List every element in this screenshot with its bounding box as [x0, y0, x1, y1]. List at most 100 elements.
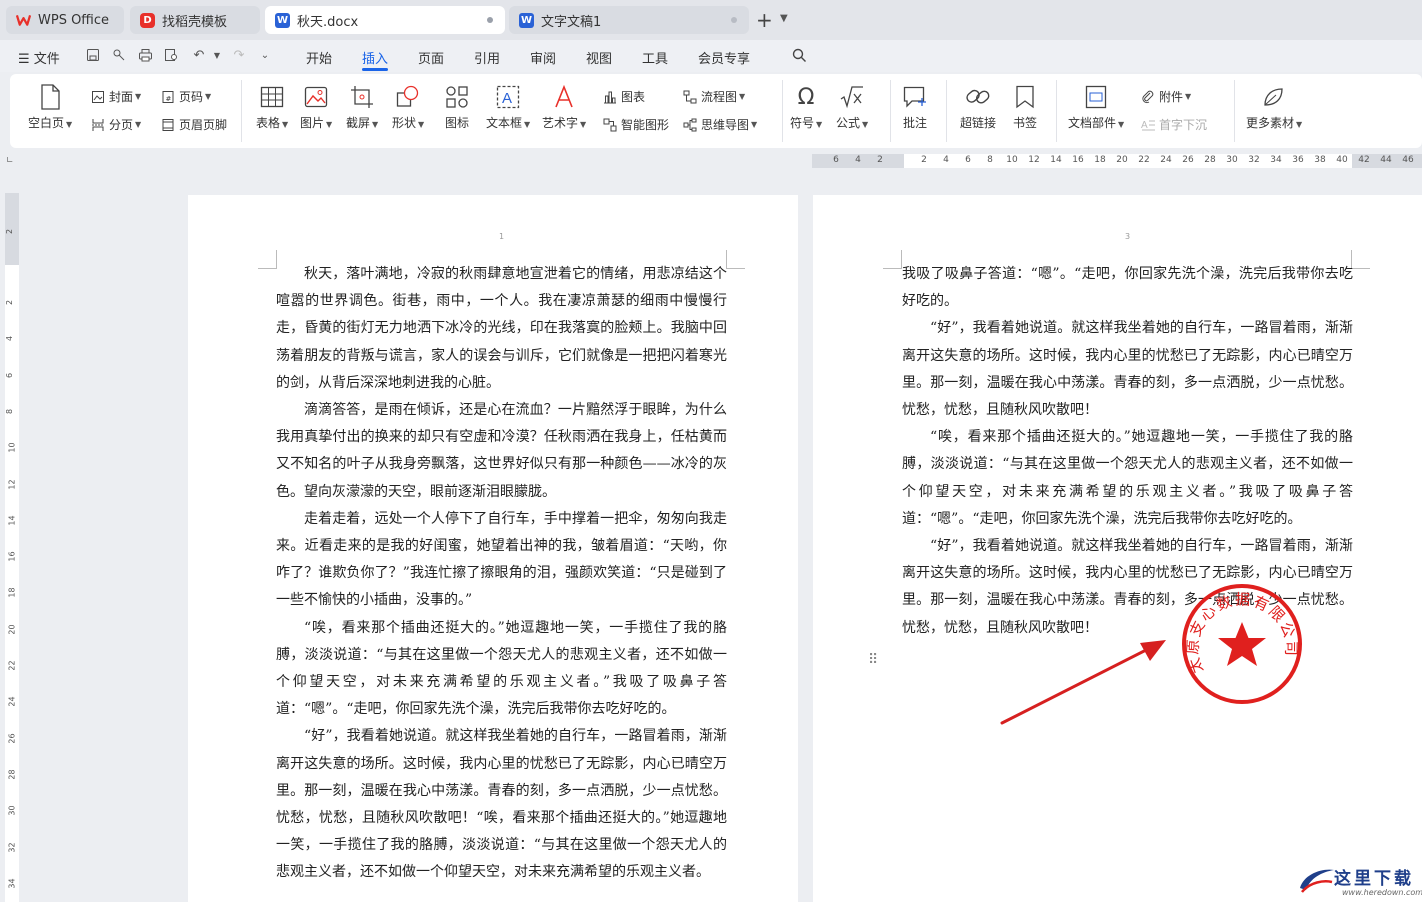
chart-label: 图表 [621, 90, 646, 104]
redo-icon[interactable]: ↷ [230, 46, 248, 64]
word-doc-icon: W [275, 12, 290, 28]
table-button[interactable]: 表格 ▼ [256, 84, 288, 131]
header-footer-label: 页眉页脚 [179, 118, 228, 132]
wordart-button[interactable]: 艺术字 ▼ [542, 84, 586, 131]
save-icon[interactable] [84, 46, 102, 64]
file-menu[interactable]: ☰ 文件 [18, 48, 60, 67]
ruler-tick-label: 6 [833, 155, 839, 165]
drop-cap-button[interactable]: A 首字下沉 [1140, 116, 1207, 133]
smart-graphic-label: 智能图形 [621, 118, 670, 132]
header-footer-button[interactable]: 页眉页脚 [160, 116, 227, 133]
horizontal-ruler[interactable]: 6 4 2 2 4 6 8 10 12 14 16 18 20 22 24 26 28 30 32 34 36 38 40 4… [812, 154, 1422, 168]
vertical-ruler[interactable]: 2 2 4 6 8 10 12 14 16 18 20 22 24 26 28 30 32 34 [5, 193, 19, 902]
blank-page-button[interactable]: 空白页 ▼ [28, 84, 72, 131]
menu-page[interactable]: 页面 [418, 48, 444, 67]
document-page-1[interactable]: 1 秋天，落叶满地，冷寂的秋雨肆意地宣泄着它的情绪，用悲凉结这个喧嚣的世界调色。… [188, 195, 798, 902]
flowchart-label: 流程图 [701, 90, 738, 104]
text-line: 从背后深深地刺进我的心脏。 [318, 374, 500, 391]
tab-label: 找稻壳模板 [162, 14, 228, 30]
margin-corner-mark [1351, 250, 1370, 269]
print-icon[interactable] [136, 46, 154, 64]
text-line: “好”，我看着她说道。就这样我坐着她的自行车，一路冒着雨，渐 [930, 538, 1339, 555]
ruler-tick-label: 26 [1182, 155, 1194, 165]
bookmark-button[interactable]: 书签 [1012, 84, 1038, 131]
ruler-tick-label: 4 [5, 336, 15, 342]
textbox-button[interactable]: A 文本框 ▼ [486, 84, 530, 131]
shape-button[interactable]: 形状 ▼ [392, 84, 424, 131]
print-preview-icon[interactable] [162, 46, 180, 64]
cover-button[interactable]: 封面 ▼ [90, 88, 141, 105]
active-menu-underline [362, 68, 388, 71]
comment-button[interactable]: 批注 [902, 84, 928, 131]
chart-button[interactable]: 图表 [602, 88, 645, 105]
menu-member[interactable]: 会员专享 [698, 48, 750, 67]
ruler-tick-label: 46 [1402, 155, 1414, 165]
tab-wps-office[interactable]: WPS Office [6, 6, 124, 34]
more-materials-label: 更多素材 [1246, 116, 1295, 130]
quick-tool-icon[interactable] [110, 46, 128, 64]
ruler-tick-label: 34 [1270, 155, 1282, 165]
ruler-tick-label: 10 [1006, 155, 1018, 165]
picture-button[interactable]: 图片 ▼ [300, 84, 332, 131]
attachment-button[interactable]: 附件 ▼ [1140, 88, 1191, 105]
hyperlink-button[interactable]: 超链接 [960, 84, 996, 131]
more-quick-access-chevron-icon[interactable]: ⌄ [256, 46, 274, 64]
page-number-button[interactable]: # 页码 ▼ [160, 88, 211, 105]
smart-graphic-button[interactable]: 智能图形 [602, 116, 669, 133]
menu-home[interactable]: 开始 [306, 48, 332, 67]
ruler-tick-label: 28 [1204, 155, 1216, 165]
text-line: 秋天，落叶满地，冷寂的秋雨肆意地宣泄着它的情绪，用悲凉结这个 [304, 266, 727, 282]
red-arrow [1000, 640, 1166, 725]
formula-button[interactable]: 公式 ▼ [836, 84, 868, 131]
menu-review[interactable]: 审阅 [530, 48, 556, 67]
docer-icon: D [140, 12, 155, 28]
ruler-tick-label: 8 [987, 155, 993, 165]
ruler-tick-label: 38 [1314, 155, 1326, 165]
text-line: 滴滴答答，是雨在倾诉，还是心在流血？一片黯然浮于眼眸，为什么 [304, 402, 727, 419]
ruler-tick-label: 20 [1116, 155, 1128, 165]
mindmap-button[interactable]: 思维导图 ▼ [682, 116, 757, 133]
undo-icon[interactable]: ↶ [190, 46, 208, 64]
menu-view[interactable]: 视图 [586, 48, 612, 67]
menu-references[interactable]: 引用 [474, 48, 500, 67]
text-line: 膊，淡淡说道：“与其在这里做一个怨天尤人的悲观主义者，还不如做一 [276, 646, 727, 663]
more-materials-button[interactable]: 更多素材 ▼ [1246, 84, 1302, 131]
company-seal-stamp[interactable]: 太原支心数据有限公司 [1180, 582, 1304, 706]
tab-docer-template[interactable]: D 找稻壳模板 [130, 6, 260, 34]
symbol-button[interactable]: Ω 符号 ▼ [790, 84, 822, 131]
new-tab-plus-icon[interactable]: + [756, 9, 773, 31]
comment-label: 批注 [902, 116, 927, 130]
menu-tools[interactable]: 工具 [642, 48, 668, 67]
screenshot-icon [349, 84, 375, 110]
page-1-body-text[interactable]: 秋天，落叶满地，冷寂的秋雨肆意地宣泄着它的情绪，用悲凉结这个喧嚣的世界调色。街巷… [276, 261, 727, 887]
paragraph: 秋天，落叶满地，冷寂的秋雨肆意地宣泄着它的情绪，用悲凉结这个喧嚣的世界调色。街巷… [276, 261, 727, 397]
icon-button[interactable]: 图标 [444, 84, 470, 131]
page-number-label: 页码 [179, 90, 204, 104]
tab-stop-selector-icon[interactable]: ∟ [6, 156, 14, 166]
ruler-tick-label: 10 [7, 442, 17, 453]
wordart-label: 艺术字 [542, 116, 579, 130]
ruler-tick-label: 2 [5, 228, 15, 235]
ruler-tick-label: 34 [7, 878, 17, 889]
flowchart-button[interactable]: 流程图 ▼ [682, 88, 745, 105]
document-page-3[interactable]: 3 我吸了吸鼻子答道：“嗯”。“走吧，你回家先洗个澡，洗完后我带你去吃好吃的。 “… [813, 195, 1422, 902]
tab-autumn-docx[interactable]: W 秋天.docx [265, 6, 505, 34]
bookmark-label: 书签 [1012, 116, 1037, 130]
tab-bar: WPS Office D 找稻壳模板 W 秋天.docx W 文字文稿1 + ▼ [0, 0, 1422, 40]
ruler-tick-label: 12 [1028, 155, 1040, 165]
search-icon[interactable] [790, 46, 808, 64]
tab-text-document[interactable]: W 文字文稿1 [509, 6, 749, 34]
undo-dropdown-chevron-icon[interactable]: ▼ [208, 46, 226, 64]
doc-parts-button[interactable]: 文档部件 ▼ [1068, 84, 1124, 131]
ruler-tick-label: 30 [7, 805, 17, 816]
menu-insert[interactable]: 插入 [362, 48, 388, 67]
ruler-tick-label: 30 [1226, 155, 1238, 165]
paragraph-drag-handle-icon[interactable]: ⠿ [868, 652, 878, 668]
ribbon-divider [1234, 80, 1235, 142]
doc-parts-label: 文档部件 [1068, 116, 1117, 130]
tab-list-chevron-icon[interactable]: ▼ [780, 13, 788, 24]
text-line: 咋了？谁欺负你了？”我连忙擦了擦眼角的泪，强颜欢笑道：“只是碰到 [276, 565, 713, 582]
text-line: 忧愁，忧愁，且随秋风吹散吧！“唉，看来那个插曲还挺大的。”她逗趣 [276, 810, 713, 827]
screenshot-button[interactable]: 截屏 ▼ [346, 84, 378, 131]
page-break-button[interactable]: 分页 ▼ [90, 116, 141, 133]
